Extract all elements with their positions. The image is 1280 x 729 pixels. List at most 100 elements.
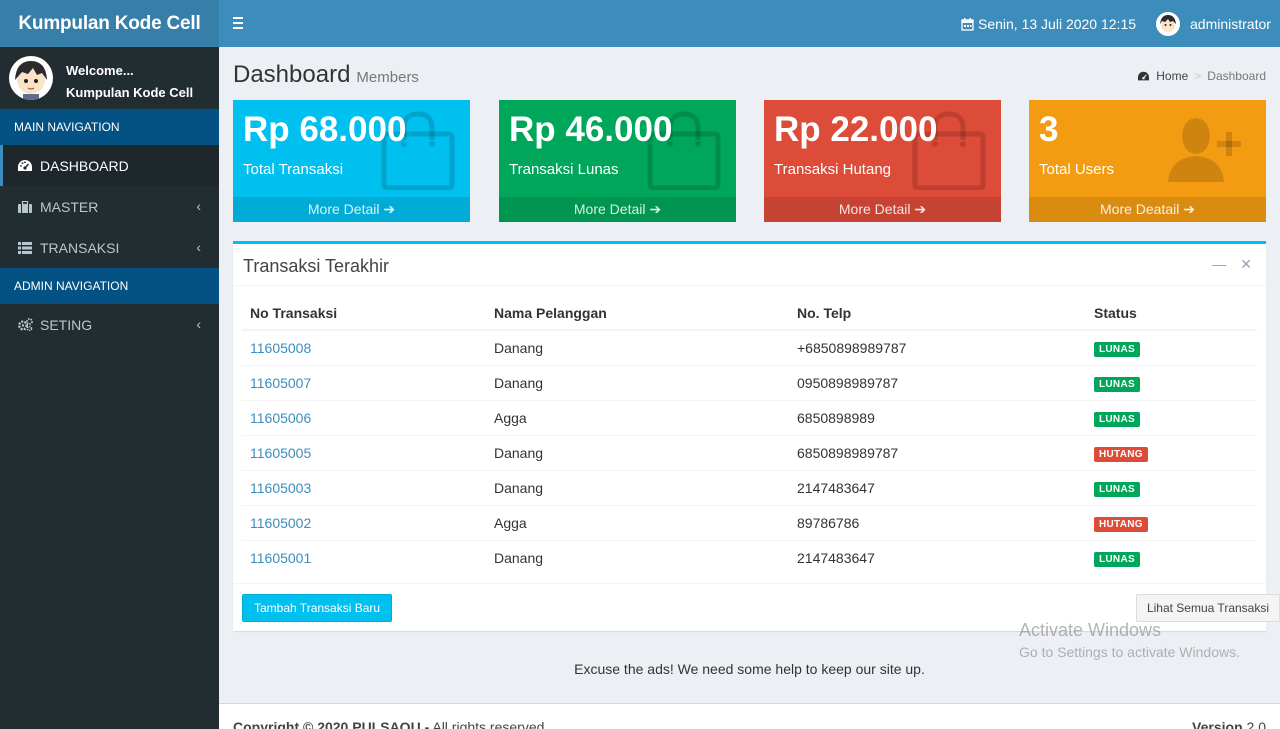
- more-detail-label: More Detail: [307, 201, 380, 217]
- welcome-label: Welcome...: [66, 63, 134, 78]
- sidebar-item-dashboard[interactable]: DASHBOARD: [0, 145, 219, 186]
- sidebar-item-transaksi[interactable]: TRANSAKSI ‹: [0, 227, 219, 268]
- transaction-link[interactable]: 11605008: [250, 340, 311, 356]
- transaction-link[interactable]: 11605001: [250, 550, 311, 566]
- cell-status: HUTANG: [1086, 504, 1257, 540]
- cell-telp: 0950898989787: [789, 364, 1086, 400]
- cell-status: LUNAS: [1086, 399, 1257, 435]
- more-detail-link[interactable]: More Deatail ➔: [1029, 197, 1266, 222]
- arrow-circle-right-icon: ➔: [914, 201, 927, 217]
- cell-nama: Agga: [486, 504, 789, 540]
- stat-label: Total Transaksi: [243, 161, 344, 178]
- dashboard-icon: [18, 159, 32, 171]
- sidebar-item-seting[interactable]: SETING ‹: [0, 304, 219, 345]
- watermark-title: Activate Windows: [1019, 620, 1162, 640]
- breadcrumb-separator: >: [1194, 69, 1202, 83]
- stat-box-transaksi-lunas: Rp 46.000 Transaksi Lunas More Detail ➔: [499, 100, 736, 222]
- sidebar-item-label: DASHBOARD: [40, 157, 129, 174]
- user-menu[interactable]: administrator: [1156, 12, 1271, 36]
- table-row: 11605003 Danang 2147483647 LUNAS: [242, 469, 1257, 505]
- more-detail-link[interactable]: More Detail ➔: [499, 197, 736, 222]
- user-name: administrator: [1190, 16, 1271, 32]
- cell-nama: Danang: [486, 469, 789, 505]
- table-header-row: No Transaksi Nama Pelanggan No. Telp Sta…: [242, 296, 1257, 331]
- cell-telp: 89786786: [789, 504, 1086, 540]
- more-detail-link[interactable]: More Detail ➔: [233, 197, 470, 222]
- add-transaction-button[interactable]: Tambah Transaksi Baru: [242, 594, 393, 622]
- table-row: 11605002 Agga 89786786 HUTANG: [242, 504, 1257, 540]
- page-title: Dashboard Members: [233, 61, 419, 89]
- table-body: 11605008 Danang +6850898989787 LUNAS 1160500…: [242, 329, 1257, 575]
- column-header: No. Telp: [789, 296, 1086, 331]
- sidebar-item-master[interactable]: MASTER ‹: [0, 186, 219, 227]
- version-label: Version: [1192, 719, 1243, 729]
- top-navbar: Senin, 13 Juli 2020 12:15 administrator: [219, 0, 1280, 47]
- stat-box-total-transaksi: Rp 68.000 Total Transaksi More Detail ➔: [233, 100, 470, 222]
- status-badge: LUNAS: [1094, 376, 1140, 392]
- view-all-transactions-button[interactable]: Lihat Semua Transaksi: [1135, 594, 1280, 622]
- transactions-table: No Transaksi Nama Pelanggan No. Telp Sta…: [242, 296, 1257, 575]
- calendar-icon: [961, 17, 974, 31]
- transaction-link[interactable]: 11605002: [250, 515, 311, 531]
- transaction-link[interactable]: 11605005: [250, 445, 311, 461]
- stat-label: Total Users: [1039, 161, 1115, 178]
- user-add-icon: [1168, 118, 1241, 182]
- stat-value: Rp 22.000: [774, 110, 938, 149]
- watermark-subtitle: Go to Settings to activate Windows.: [1019, 644, 1240, 660]
- cell-telp: 6850898989: [789, 399, 1086, 435]
- cell-no-transaksi: 11605003: [242, 469, 486, 505]
- more-detail-link[interactable]: More Detail ➔: [764, 197, 1001, 222]
- more-detail-label: More Detail: [838, 201, 911, 217]
- transaction-link[interactable]: 11605003: [250, 480, 311, 496]
- cell-no-transaksi: 11605001: [242, 539, 486, 575]
- windows-activation-watermark: Activate Windows Go to Settings to activ…: [1019, 620, 1240, 660]
- chevron-left-icon: ‹: [196, 316, 201, 332]
- list-icon: [18, 241, 32, 254]
- cell-status: LUNAS: [1086, 329, 1257, 365]
- briefcase-icon: [18, 200, 32, 213]
- box-tools: — ✕: [1212, 256, 1252, 273]
- sidebar-toggle-icon[interactable]: [231, 15, 247, 31]
- date-display: Senin, 13 Juli 2020 12:15: [961, 16, 1136, 32]
- minus-icon[interactable]: —: [1212, 256, 1226, 273]
- arrow-circle-right-icon: ➔: [649, 201, 662, 217]
- more-detail-label: More Deatail: [1100, 201, 1180, 217]
- cell-status: LUNAS: [1086, 469, 1257, 505]
- status-badge: LUNAS: [1094, 341, 1140, 357]
- stat-value: Rp 68.000: [243, 110, 407, 149]
- cell-nama: Danang: [486, 364, 789, 400]
- cell-no-transaksi: 11605002: [242, 504, 486, 540]
- status-badge: LUNAS: [1094, 481, 1140, 497]
- cell-status: HUTANG: [1086, 434, 1257, 470]
- app-logo[interactable]: Kumpulan Kode Cell: [0, 0, 219, 47]
- breadcrumb-home[interactable]: Home: [1156, 69, 1188, 83]
- breadcrumb: Home > Dashboard: [1137, 69, 1266, 83]
- ads-notice: Excuse the ads! We need some help to kee…: [574, 661, 925, 677]
- cell-no-transaksi: 11605008: [242, 329, 486, 365]
- stat-label: Transaksi Hutang: [774, 161, 891, 178]
- cell-nama: Danang: [486, 539, 789, 575]
- transaction-link[interactable]: 11605006: [250, 410, 311, 426]
- cell-no-transaksi: 11605007: [242, 364, 486, 400]
- close-icon[interactable]: ✕: [1240, 256, 1252, 273]
- copyright-bold: Copyright © 2020 PULSAQU -: [233, 719, 430, 729]
- cell-no-transaksi: 11605005: [242, 434, 486, 470]
- table-row: 11605008 Danang +6850898989787 LUNAS: [242, 329, 1257, 365]
- welcome-username: Kumpulan Kode Cell: [66, 85, 194, 100]
- stat-value: 3: [1039, 110, 1059, 149]
- table-row: 11605001 Danang 2147483647 LUNAS: [242, 539, 1257, 575]
- main-navigation-header: MAIN NAVIGATION: [0, 109, 219, 145]
- stat-box-total-users: 3 Total Users More Deatail ➔: [1029, 100, 1266, 222]
- sidebar: Welcome... Kumpulan Kode Cell MAIN NAVIG…: [0, 47, 219, 729]
- table-row: 11605007 Danang 0950898989787 LUNAS: [242, 364, 1257, 400]
- welcome-text: Welcome... Kumpulan Kode Cell: [66, 60, 193, 104]
- sidebar-item-label: SETING: [40, 316, 93, 333]
- page-title-text: Dashboard: [233, 61, 351, 88]
- transaction-link[interactable]: 11605007: [250, 375, 311, 391]
- version: Version 2.0: [1192, 719, 1266, 729]
- column-header: Status: [1086, 296, 1257, 331]
- more-detail-label: More Detail: [573, 201, 646, 217]
- stat-box-transaksi-hutang: Rp 22.000 Transaksi Hutang More Detail ➔: [764, 100, 1001, 222]
- cell-telp: +6850898989787: [789, 329, 1086, 365]
- arrow-circle-right-icon: ➔: [383, 201, 396, 217]
